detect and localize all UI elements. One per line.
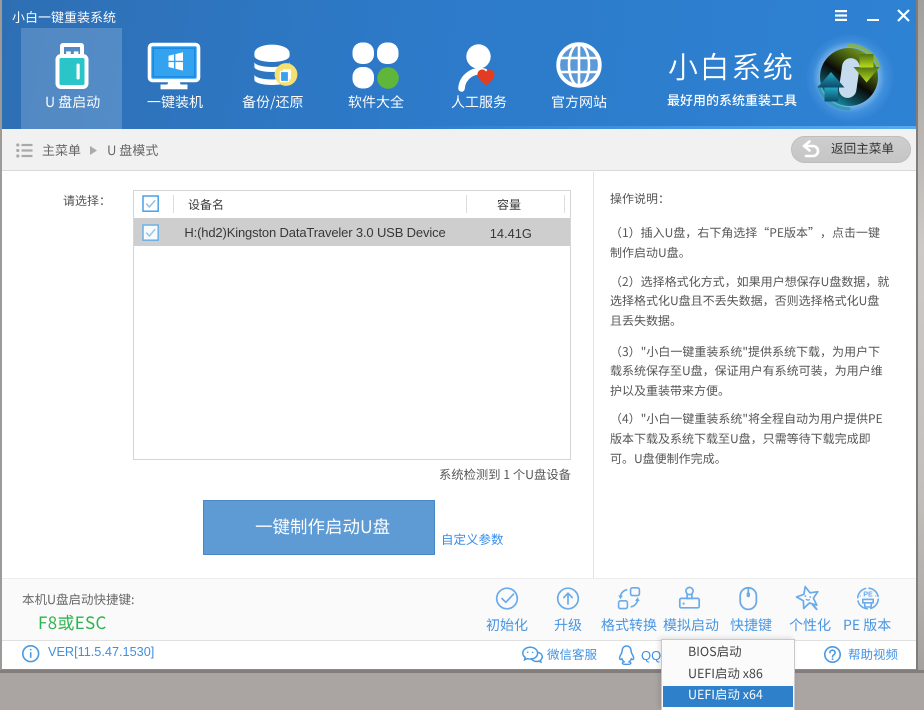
svg-text:. PE .: . PE . bbox=[859, 590, 877, 599]
